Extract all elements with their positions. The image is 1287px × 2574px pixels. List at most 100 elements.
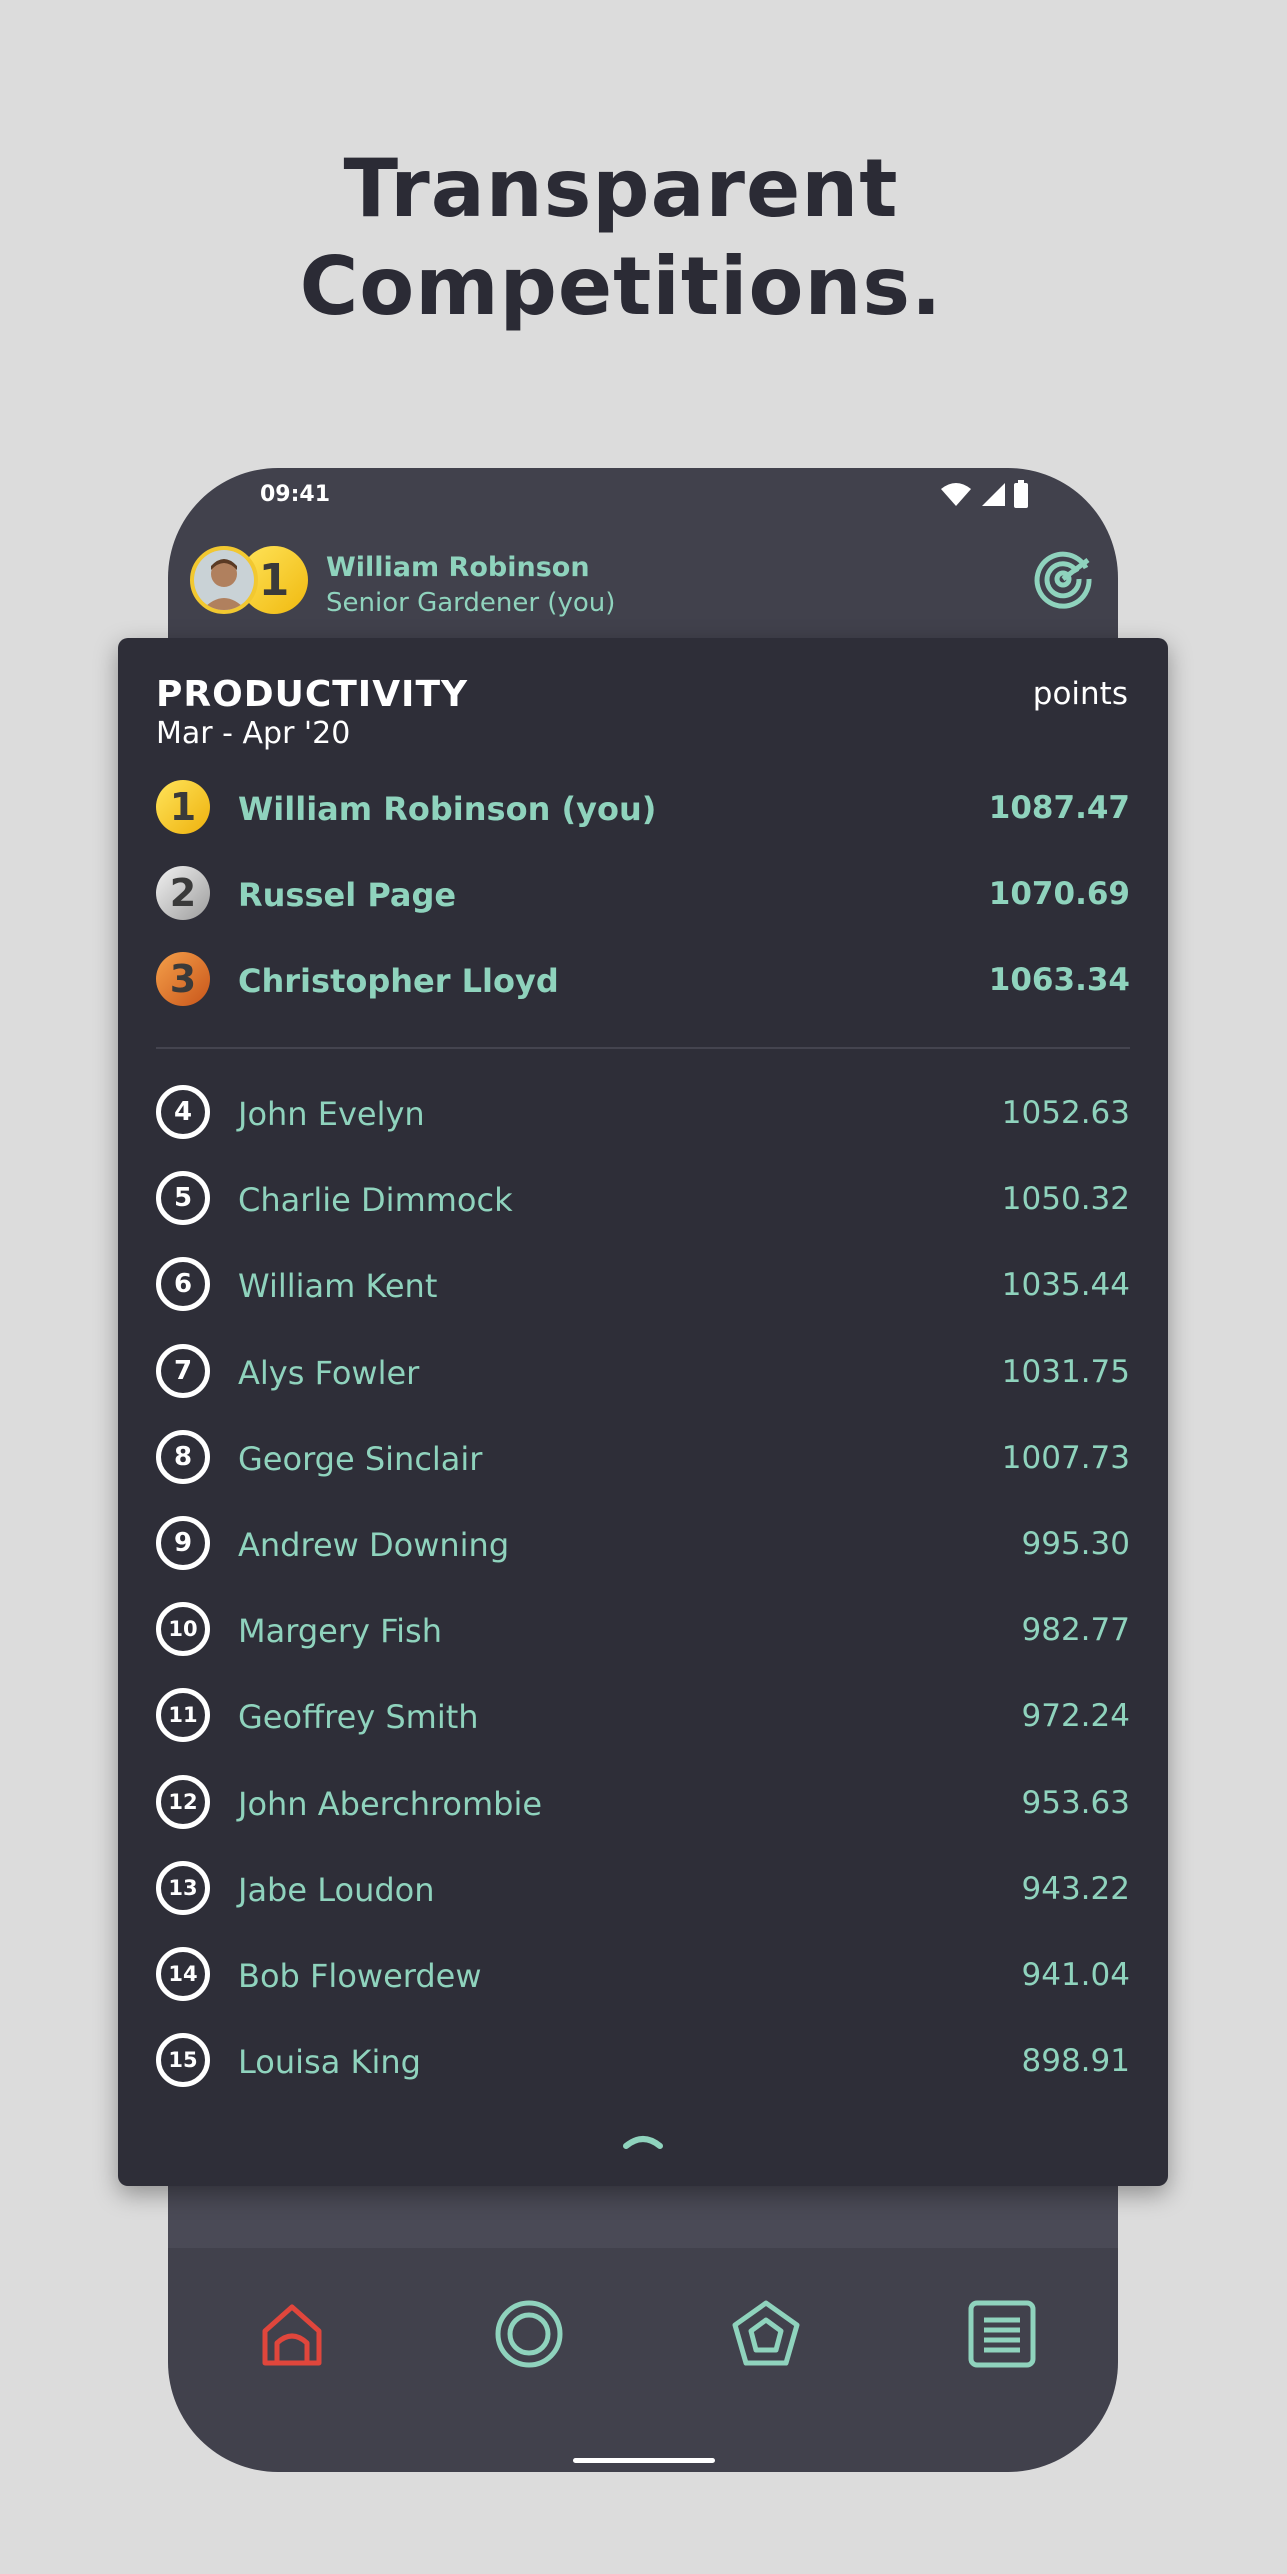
player-points: 972.24	[1021, 1698, 1130, 1735]
player-name: Charlie Dimmock	[238, 1181, 513, 1220]
cellular-icon	[982, 483, 1005, 506]
rank-number: 11	[168, 1703, 198, 1728]
rank-number: 6	[173, 1269, 193, 1300]
leaderboard-row[interactable]: 10 Margery Fish 982.77	[156, 1598, 1130, 1658]
rank-badge-icon: 15	[156, 2033, 210, 2088]
avatar[interactable]	[190, 546, 258, 614]
profile-header[interactable]: 1 William Robinson Senior Gardener (you)	[168, 528, 1118, 638]
player-points: 1007.73	[1001, 1439, 1130, 1476]
leaderboard-unit: points	[1032, 676, 1128, 712]
rank-badge-icon: 5	[156, 1171, 210, 1226]
leaderboard-row[interactable]: 15 Louisa King 898.91	[156, 2029, 1130, 2089]
circle-icon	[495, 2300, 563, 2368]
player-name: Bob Flowerdew	[238, 1957, 482, 1995]
leaderboard-row[interactable]: 6 William Kent 1035.44	[156, 1253, 1130, 1313]
player-points: 1087.47	[988, 790, 1130, 826]
player-name: Alys Fowler	[238, 1353, 420, 1392]
wifi-icon	[941, 483, 971, 506]
pentagon-icon	[732, 2300, 800, 2366]
rank-badge-icon: 6	[156, 1257, 210, 1312]
nav-pentagon-button[interactable]	[724, 2292, 808, 2376]
profile-name: William Robinson	[326, 552, 590, 583]
home-icon	[262, 2304, 322, 2366]
player-points: 1052.63	[1001, 1095, 1130, 1131]
rank-badge-icon: 13	[156, 1860, 210, 1915]
status-bar: 09:41	[168, 468, 1118, 528]
player-points: 1070.69	[988, 876, 1130, 913]
rank-badge-icon: 11	[156, 1688, 210, 1743]
rank-badge-icon: 8	[156, 1429, 210, 1484]
rank-badge-icon: 10	[156, 1602, 210, 1657]
target-button[interactable]	[1028, 544, 1098, 614]
rank-number: 5	[173, 1183, 193, 1214]
rank-number: 15	[168, 2048, 198, 2073]
rank-number: 2	[169, 871, 197, 916]
rank-number: 10	[168, 1617, 198, 1642]
player-points: 982.77	[1021, 1612, 1130, 1649]
leaderboard-row[interactable]: 3 Christopher Lloyd 1063.34	[156, 948, 1130, 1008]
nav-list-button[interactable]	[960, 2292, 1044, 2376]
leaderboard-row[interactable]: 1 William Robinson (you) 1087.47	[156, 776, 1130, 836]
player-points: 995.30	[1021, 1526, 1130, 1562]
rank-number: 3	[169, 957, 197, 1002]
player-points: 1035.44	[1001, 1267, 1130, 1304]
leaderboard-row[interactable]: 12 John Aberchrombie 953.63	[156, 1771, 1130, 1831]
nav-circle-button[interactable]	[487, 2292, 571, 2376]
leaderboard-row[interactable]: 9 Andrew Downing 995.30	[156, 1512, 1130, 1572]
status-time: 09:41	[260, 482, 331, 507]
player-name: Russel Page	[238, 876, 457, 915]
rank-number: 4	[173, 1097, 193, 1127]
rank-number: 8	[173, 1441, 193, 1472]
player-name: William Robinson (you)	[238, 790, 657, 828]
rank-number: 9	[173, 1528, 193, 1558]
leaderboard-row[interactable]: 5 Charlie Dimmock 1050.32	[156, 1167, 1130, 1227]
leaderboard-title: PRODUCTIVITY	[156, 674, 469, 715]
leaderboard-row[interactable]: 11 Geoffrey Smith 972.24	[156, 1684, 1130, 1744]
bottom-navigation	[168, 2262, 1118, 2412]
home-indicator[interactable]	[573, 2458, 715, 2463]
chevron-up-icon[interactable]	[620, 2128, 666, 2152]
list-icon	[968, 2300, 1036, 2368]
leaderboard-period: Mar - Apr '20	[156, 716, 351, 751]
gold-medal-icon: 1	[156, 780, 210, 834]
rank-badge-icon: 7	[156, 1343, 210, 1398]
rank-number: 12	[168, 1789, 198, 1814]
headline-line-1: Transparent	[343, 142, 899, 235]
target-icon	[1034, 551, 1092, 609]
player-points: 1050.32	[1001, 1181, 1130, 1218]
player-name: Andrew Downing	[238, 1526, 510, 1564]
leaderboard-row[interactable]: 8 George Sinclair 1007.73	[156, 1426, 1130, 1486]
rank-badge-icon: 4	[156, 1085, 210, 1139]
rank-badge-icon: 9	[156, 1516, 210, 1570]
leaderboard-card: PRODUCTIVITY Mar - Apr '20 points 1 Willi…	[118, 638, 1168, 2186]
rank-badge-icon: 14	[156, 1947, 210, 2001]
player-name: Jabe Loudon	[238, 1870, 435, 1909]
leaderboard-row[interactable]: 7 Alys Fowler 1031.75	[156, 1340, 1130, 1400]
player-name: Christopher Lloyd	[238, 962, 559, 1001]
avatar-person-icon	[194, 550, 254, 610]
player-name: George Sinclair	[238, 1439, 483, 1478]
rank-number: 7	[173, 1355, 193, 1386]
rank-number: 1	[169, 785, 197, 829]
leaderboard-row[interactable]: 14 Bob Flowerdew 941.04	[156, 1943, 1130, 2003]
nav-home-button[interactable]	[250, 2292, 334, 2376]
status-icons	[940, 480, 1028, 508]
profile-role: Senior Gardener (you)	[326, 588, 616, 618]
bronze-medal-icon: 3	[156, 952, 210, 1007]
player-name: John Evelyn	[238, 1095, 425, 1133]
player-name: Louisa King	[238, 2043, 421, 2082]
podium-divider	[156, 1047, 1130, 1049]
player-points: 943.22	[1021, 1870, 1130, 1907]
headline: Transparent Competitions.	[0, 140, 1242, 336]
rank-number: 14	[168, 1962, 198, 1986]
silver-medal-icon: 2	[156, 866, 210, 921]
leaderboard-row[interactable]: 13 Jabe Loudon 943.22	[156, 1857, 1130, 1917]
leaderboard-row[interactable]: 2 Russel Page 1070.69	[156, 862, 1130, 922]
player-points: 1031.75	[1001, 1353, 1130, 1390]
player-name: John Aberchrombie	[238, 1784, 543, 1823]
player-name: Margery Fish	[238, 1612, 442, 1651]
player-name: William Kent	[238, 1267, 438, 1306]
rank-number: 13	[168, 1875, 198, 1900]
headline-line-2: Competitions.	[299, 240, 943, 333]
leaderboard-row[interactable]: 4 John Evelyn 1052.63	[156, 1081, 1130, 1141]
